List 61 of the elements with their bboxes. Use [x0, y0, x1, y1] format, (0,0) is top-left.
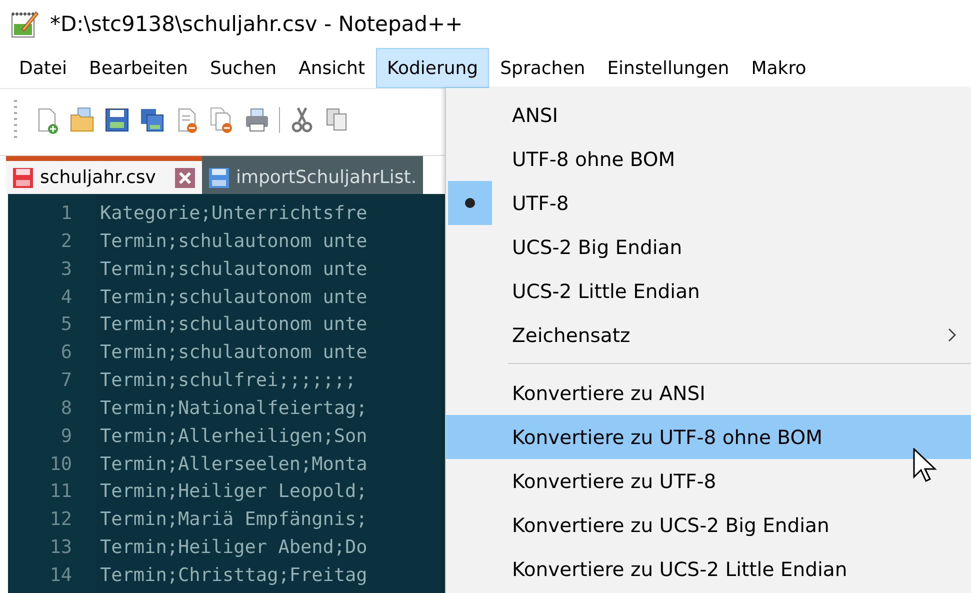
- menu-item[interactable]: Konvertiere zu UTF-8: [446, 459, 971, 503]
- menu-title[interactable]: Einstellungen: [596, 48, 740, 88]
- line-number: 14: [48, 564, 73, 588]
- bullet-icon: [465, 198, 475, 208]
- file-tab[interactable]: schuljahr.csv: [6, 156, 202, 194]
- code-line: Termin;Nationalfeiertag;: [100, 396, 368, 421]
- scissors-icon[interactable]: [289, 106, 315, 134]
- menu-item[interactable]: UCS-2 Big Endian: [446, 225, 971, 269]
- close-icon[interactable]: [174, 166, 196, 188]
- notepad-icon: [10, 9, 40, 39]
- window-title: *D:\stc9138\schuljahr.csv - Notepad++: [50, 12, 463, 36]
- save-all-icon[interactable]: [139, 106, 165, 134]
- code-line: Termin;schulautonom unte: [100, 341, 368, 366]
- code-line: Termin;schulautonom unte: [100, 286, 368, 310]
- code-line: Termin;Christtag;Freitag: [100, 564, 368, 588]
- line-number: 1: [60, 202, 73, 226]
- line-number: 5: [60, 313, 73, 338]
- code-line: Kategorie;Unterrichtsfre: [100, 202, 368, 226]
- menu-item[interactable]: Konvertiere zu UCS-2 Big Endian: [446, 503, 971, 547]
- menu-item[interactable]: UTF-8: [446, 181, 971, 225]
- code-line: Termin;Mariä Empfängnis;: [100, 508, 368, 532]
- line-number: 9: [60, 424, 73, 449]
- code-line: Termin;Allerseelen;Monta: [100, 452, 368, 477]
- line-number: 12: [48, 508, 73, 532]
- line-number: 10: [48, 452, 73, 477]
- line-number: 11: [48, 480, 73, 504]
- menu-title[interactable]: Makro: [740, 48, 818, 88]
- menu-title[interactable]: Sprachen: [489, 48, 596, 88]
- code-line: Termin;schulautonom unte: [100, 230, 368, 254]
- menu-item[interactable]: Konvertiere zu UTF-8 ohne BOM: [446, 415, 971, 459]
- save-icon[interactable]: [104, 106, 130, 134]
- code-line: Termin;Heiliger Leopold;: [100, 480, 368, 504]
- menu-item[interactable]: Konvertiere zu UCS-2 Little Endian: [446, 547, 971, 591]
- menu-title[interactable]: Kodierung: [376, 48, 490, 88]
- menu-title[interactable]: Suchen: [198, 48, 288, 88]
- menu-title[interactable]: Ansicht: [288, 48, 376, 88]
- line-number: 4: [60, 286, 73, 310]
- file-tab[interactable]: importSchuljahrList.: [202, 156, 423, 194]
- menu-item[interactable]: Zeichensatz: [446, 313, 971, 357]
- line-number: 2: [60, 230, 73, 254]
- line-number: 3: [60, 258, 73, 282]
- chevron-right-icon: [948, 328, 956, 342]
- code-line: Termin;Allerheiligen;Son: [100, 424, 368, 449]
- mouse-pointer-icon: [913, 448, 937, 484]
- code-line: Termin;schulfrei;;;;;;;: [100, 369, 358, 394]
- line-number: 6: [60, 341, 73, 366]
- printer-icon[interactable]: [244, 106, 270, 134]
- menu-title[interactable]: Bearbeiten: [78, 48, 199, 88]
- menu-item[interactable]: ANSI: [446, 93, 971, 137]
- menu-title[interactable]: Datei: [8, 48, 78, 88]
- line-number: 7: [60, 369, 73, 394]
- menu-item[interactable]: UTF-8 ohne BOM: [446, 137, 971, 181]
- menu-item[interactable]: Konvertiere zu ANSI: [446, 371, 971, 415]
- line-number: 8: [60, 396, 73, 421]
- code-line: Termin;schulautonom unte: [100, 313, 368, 338]
- folder-icon[interactable]: [69, 106, 95, 134]
- code-line: Termin;schulautonom unte: [100, 258, 368, 282]
- close-all-icon[interactable]: [209, 106, 235, 134]
- line-number: 13: [48, 536, 73, 560]
- menu-item[interactable]: UCS-2 Little Endian: [446, 269, 971, 313]
- code-line: Termin;Heiliger Abend;Do: [100, 536, 368, 560]
